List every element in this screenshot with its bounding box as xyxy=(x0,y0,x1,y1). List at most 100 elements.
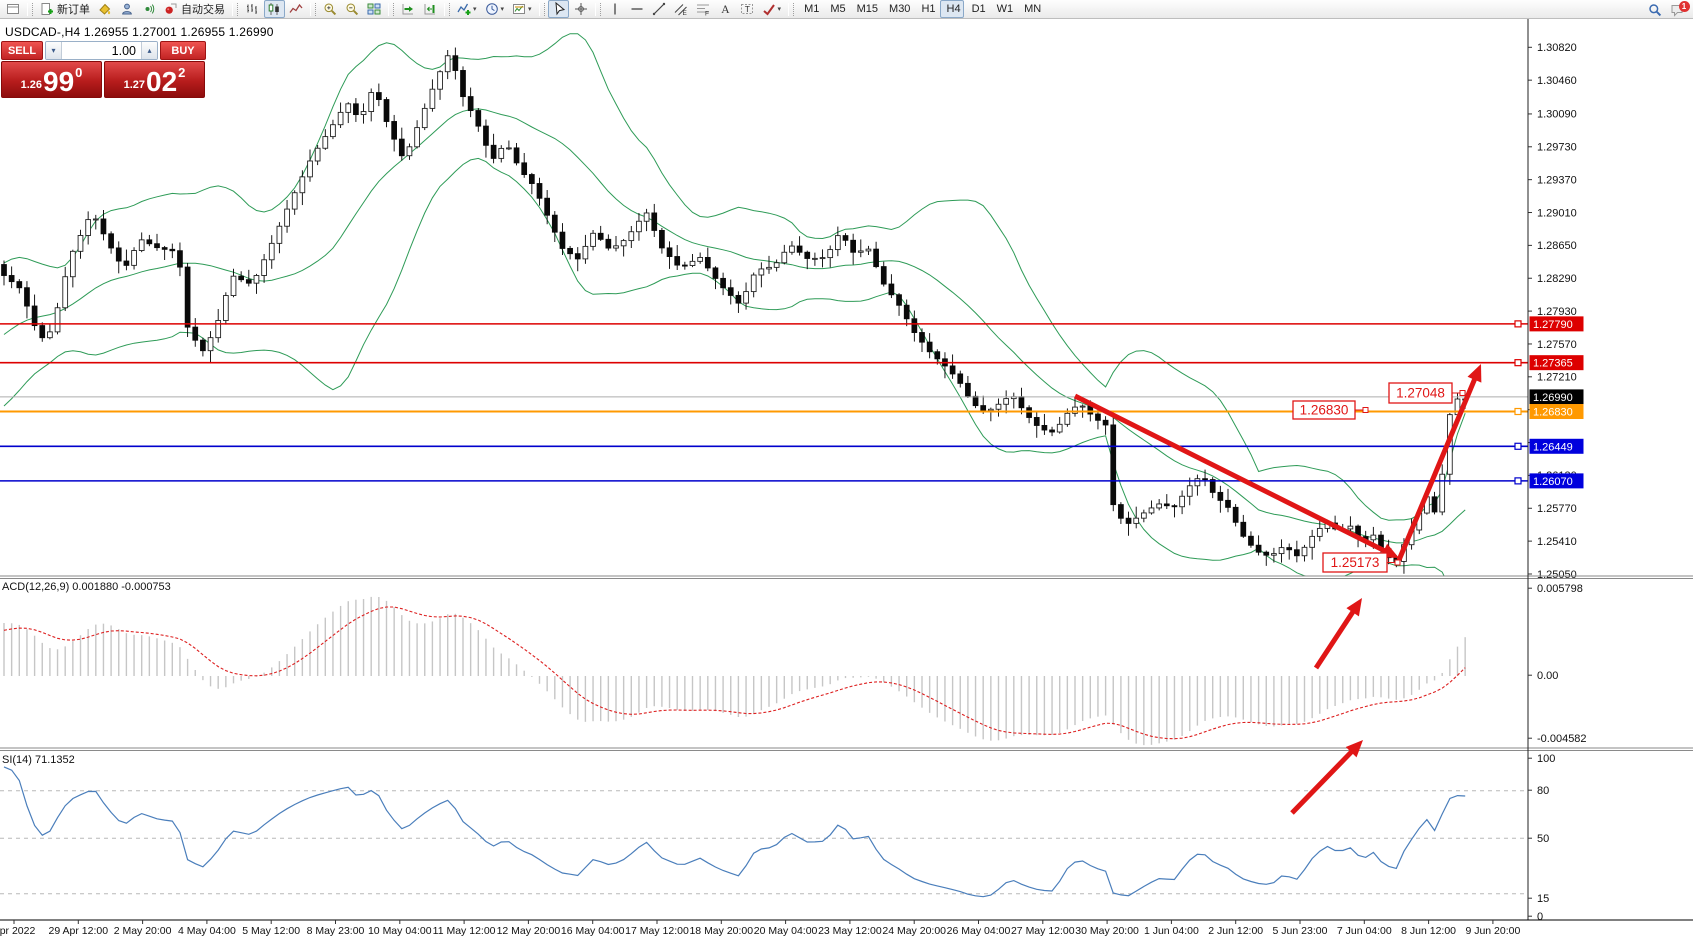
channel-button[interactable]: E xyxy=(670,0,691,18)
vline-button[interactable] xyxy=(604,0,625,18)
timeframe-w1[interactable]: W1 xyxy=(990,0,1017,18)
time-tick-label: 7 Jun 04:00 xyxy=(1337,925,1392,937)
candle-body xyxy=(728,288,733,296)
time-tick-label: 4 May 04:00 xyxy=(178,925,236,937)
hline-icon xyxy=(630,2,644,16)
chart-shift-button[interactable] xyxy=(420,0,441,18)
buy-price-button[interactable]: 1.27022 xyxy=(104,61,205,98)
indicators-button[interactable]: ▾ xyxy=(454,0,481,18)
annotations: 1.270481.268301.25173 xyxy=(1075,364,1481,813)
window-menu[interactable] xyxy=(3,0,24,18)
candle-body xyxy=(813,258,818,259)
candle-body xyxy=(1050,430,1055,432)
level-anchor xyxy=(1515,321,1521,327)
tile-windows-button[interactable] xyxy=(364,0,385,18)
candle-body xyxy=(208,338,213,351)
autotrade-icon xyxy=(164,2,178,16)
price-chart-canvas[interactable]: 1.308201.304601.300901.297301.293701.290… xyxy=(0,18,1693,939)
level-axis-label: 1.26830 xyxy=(1533,407,1573,419)
auto-scroll-button[interactable] xyxy=(398,0,419,18)
vline-icon xyxy=(608,2,622,16)
hline-button[interactable] xyxy=(626,0,647,18)
time-tick-label: 8 Jun 12:00 xyxy=(1401,925,1456,937)
candle-chart-button[interactable] xyxy=(264,0,285,18)
candle-body xyxy=(858,251,863,252)
alerts-button[interactable] xyxy=(139,0,160,18)
candle-body xyxy=(491,145,496,158)
zoom-in-button[interactable] xyxy=(320,0,341,18)
cursor-button[interactable] xyxy=(548,0,569,18)
toolbar-grip xyxy=(310,3,316,16)
svg-text:E: E xyxy=(682,10,687,16)
timeframe-h1[interactable]: H1 xyxy=(915,0,939,18)
trendline-button[interactable] xyxy=(648,0,669,18)
candle-body xyxy=(1203,479,1208,480)
timeframe-h4[interactable]: H4 xyxy=(940,0,964,18)
autotrade-button[interactable]: 自动交易 xyxy=(161,0,229,18)
shapes-button[interactable]: ▾ xyxy=(758,0,785,18)
volume-input[interactable] xyxy=(62,42,141,59)
autoscroll-icon xyxy=(401,2,415,16)
notifications-button[interactable]: 1 xyxy=(1667,1,1688,19)
zoom-out-button[interactable] xyxy=(342,0,363,18)
candle-body xyxy=(1317,528,1322,536)
crosshair-button[interactable] xyxy=(570,0,591,18)
styler-button[interactable] xyxy=(95,0,116,18)
toolbar-group xyxy=(241,0,307,18)
time-tick-label: 11 May 12:00 xyxy=(433,925,496,937)
sell-price-button[interactable]: 1.26990 xyxy=(1,61,102,98)
fibonacci-button[interactable]: F xyxy=(692,0,713,18)
new-order-button[interactable]: 新订单 xyxy=(37,0,94,18)
candle-body xyxy=(445,56,450,72)
candle-body xyxy=(1096,414,1101,420)
toolbar-grip xyxy=(788,3,794,16)
label-button[interactable]: T xyxy=(736,0,757,18)
macd-axis-label: -0.004582 xyxy=(1537,733,1587,745)
candle-body xyxy=(40,326,45,338)
search-button[interactable] xyxy=(1645,1,1666,19)
candle-body xyxy=(560,232,565,248)
profiles-button[interactable] xyxy=(117,0,138,18)
timeframe-d1[interactable]: D1 xyxy=(965,0,989,18)
bar-chart-button[interactable] xyxy=(242,0,263,18)
price-tick-label: 1.30820 xyxy=(1537,42,1577,54)
timeframe-group: M1M5M15M30H1H4 D1 W1MN xyxy=(797,0,1045,18)
volume-decrease-button[interactable]: ▾ xyxy=(46,42,62,59)
annotation-anchor xyxy=(1460,391,1465,396)
time-tick-label: 8 May 23:00 xyxy=(307,925,365,937)
buy-button[interactable]: BUY xyxy=(160,41,206,60)
candle-body xyxy=(935,352,940,359)
one-click-trading-panel: SELL ▾ ▴ BUY 1.26990 1.27022 xyxy=(1,41,206,98)
timeframe-m15[interactable]: M15 xyxy=(850,0,881,18)
level-anchor xyxy=(1515,360,1521,366)
notification-badge: 1 xyxy=(1679,1,1690,12)
timeframe-m5[interactable]: M5 xyxy=(824,0,849,18)
trend-arrow[interactable] xyxy=(1316,609,1355,668)
periods-button[interactable]: ▾ xyxy=(481,0,508,18)
candle-body xyxy=(1432,497,1437,512)
candle-body xyxy=(575,254,580,259)
candle-body xyxy=(866,249,871,251)
candle-body xyxy=(552,215,557,232)
candles-icon xyxy=(267,2,281,16)
trend-arrow[interactable] xyxy=(1292,749,1354,813)
candle-body xyxy=(805,252,810,258)
candle-body xyxy=(950,366,955,374)
add-indicator-icon xyxy=(457,2,471,16)
trade-controls-row: SELL ▾ ▴ BUY xyxy=(1,41,206,60)
candle-body xyxy=(920,333,925,343)
timeframe-m30[interactable]: M30 xyxy=(883,0,914,18)
text-button[interactable]: A xyxy=(714,0,735,18)
timeframe-mn[interactable]: MN xyxy=(1018,0,1045,18)
volume-increase-button[interactable]: ▴ xyxy=(141,42,157,59)
svg-text:T: T xyxy=(744,4,749,14)
templates-button[interactable]: ▾ xyxy=(509,0,536,18)
candle-body xyxy=(522,163,527,175)
line-chart-button[interactable] xyxy=(286,0,307,18)
timeframe-d1-label: D1 xyxy=(972,3,986,15)
candle-body xyxy=(216,320,221,337)
sell-price-small: 1.26 xyxy=(21,79,42,91)
timeframe-m1[interactable]: M1 xyxy=(798,0,823,18)
sell-button[interactable]: SELL xyxy=(1,41,43,60)
candle-body xyxy=(973,396,978,405)
